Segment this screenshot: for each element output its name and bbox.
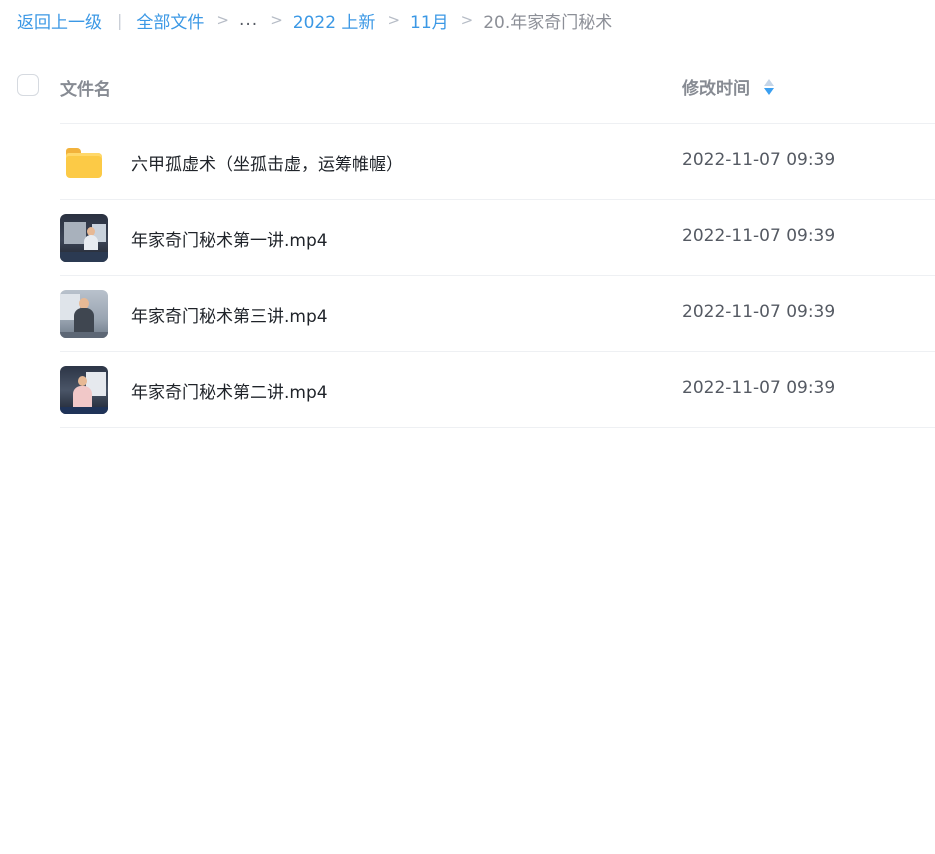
breadcrumb-month[interactable]: 11月 xyxy=(410,8,449,33)
select-all-checkbox[interactable] xyxy=(17,74,39,96)
file-name[interactable]: 年家奇门秘术第二讲.mp4 xyxy=(131,378,328,403)
file-name[interactable]: 年家奇门秘术第三讲.mp4 xyxy=(131,302,328,327)
back-link[interactable]: 返回上一级 xyxy=(17,8,102,33)
file-name[interactable]: 六甲孤虚术（坐孤击虚，运筹帷幄） xyxy=(131,150,403,175)
table-row[interactable]: 六甲孤虚术（坐孤击虚，运筹帷幄） 2022-11-07 09:39 xyxy=(0,124,935,200)
table-row[interactable]: 年家奇门秘术第二讲.mp4 2022-11-07 09:39 xyxy=(0,352,935,428)
table-row[interactable]: 年家奇门秘术第三讲.mp4 2022-11-07 09:39 xyxy=(0,276,935,352)
file-time: 2022-11-07 09:39 xyxy=(682,302,836,322)
chevron-right-icon: > xyxy=(387,11,401,29)
breadcrumb: 返回上一级 | 全部文件 > ... > 2022 上新 > 11月 > 20.… xyxy=(17,8,613,33)
sort-icon[interactable] xyxy=(764,78,774,96)
file-time: 2022-11-07 09:39 xyxy=(682,226,836,246)
file-time: 2022-11-07 09:39 xyxy=(682,378,836,398)
file-list: 六甲孤虚术（坐孤击虚，运筹帷幄） 2022-11-07 09:39 年家奇门秘术… xyxy=(0,124,935,428)
file-browser: 返回上一级 | 全部文件 > ... > 2022 上新 > 11月 > 20.… xyxy=(0,0,935,854)
column-header-time[interactable]: 修改时间 xyxy=(682,74,774,99)
chevron-right-icon: > xyxy=(216,11,229,29)
chevron-right-icon: > xyxy=(460,11,474,29)
list-header: 文件名 修改时间 xyxy=(0,62,935,110)
column-header-time-label: 修改时间 xyxy=(682,79,750,99)
breadcrumb-all-files[interactable]: 全部文件 xyxy=(136,8,204,33)
chevron-right-icon: > xyxy=(270,11,283,29)
video-thumbnail-icon xyxy=(60,214,108,262)
breadcrumb-ellipsis[interactable]: ... xyxy=(239,10,258,30)
folder-icon xyxy=(60,138,108,186)
breadcrumb-divider: | xyxy=(117,10,123,30)
table-row[interactable]: 年家奇门秘术第一讲.mp4 2022-11-07 09:39 xyxy=(0,200,935,276)
video-thumbnail-icon xyxy=(60,290,108,338)
video-thumbnail-icon xyxy=(60,366,108,414)
file-time: 2022-11-07 09:39 xyxy=(682,150,836,170)
column-header-name[interactable]: 文件名 xyxy=(60,75,111,100)
breadcrumb-current: 20.年家奇门秘术 xyxy=(483,12,613,33)
breadcrumb-2022[interactable]: 2022 上新 xyxy=(293,8,376,33)
file-name[interactable]: 年家奇门秘术第一讲.mp4 xyxy=(131,226,328,251)
